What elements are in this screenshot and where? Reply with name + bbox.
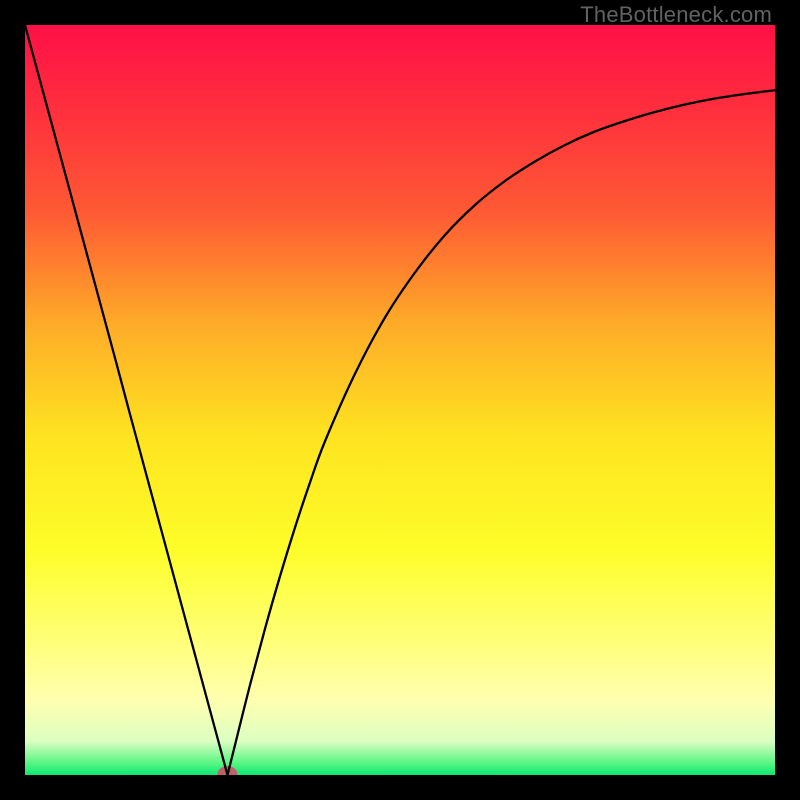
chart-background bbox=[25, 25, 775, 775]
watermark-text: TheBottleneck.com bbox=[580, 2, 772, 28]
chart-frame bbox=[25, 25, 775, 775]
bottleneck-chart bbox=[25, 25, 775, 775]
